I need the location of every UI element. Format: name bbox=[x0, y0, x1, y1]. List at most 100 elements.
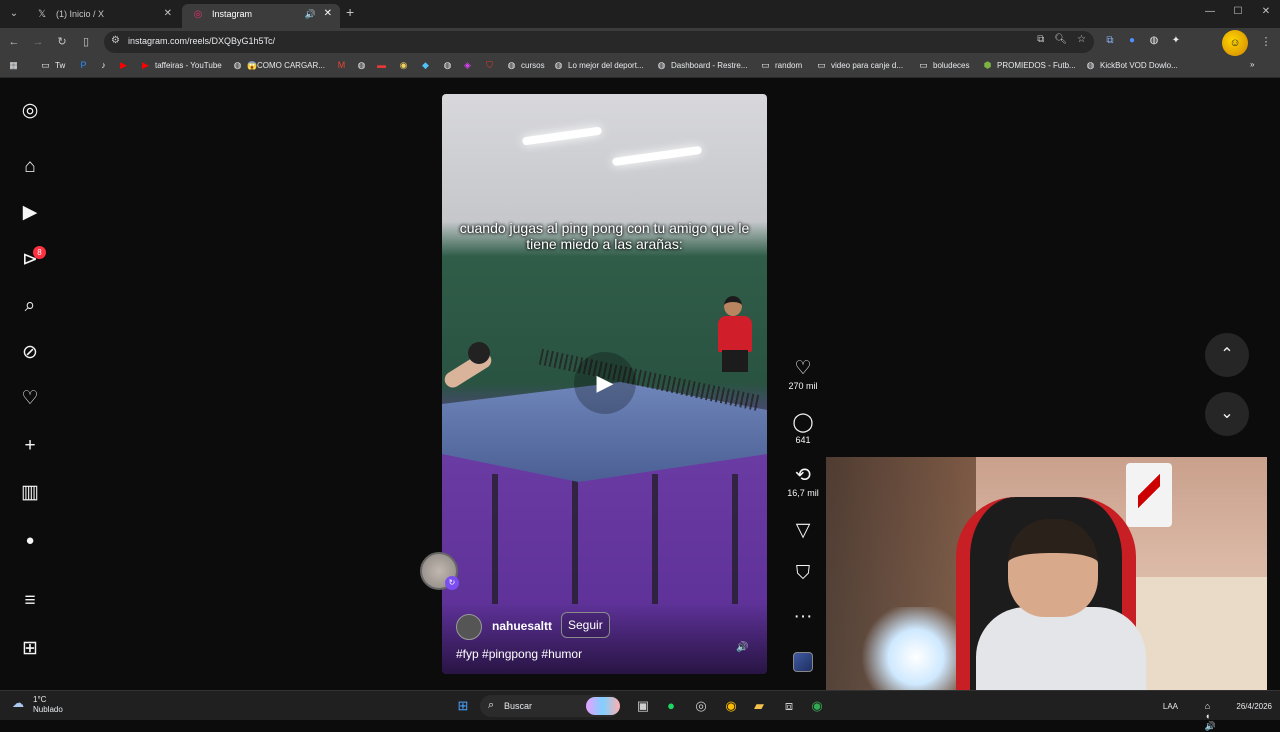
reels-icon[interactable]: ▶ bbox=[18, 201, 42, 225]
bookmark-item[interactable]: ◉ bbox=[398, 60, 413, 71]
url-text[interactable]: instagram.com/reels/DXQByG1h5Tc/ bbox=[128, 36, 275, 46]
search-icon[interactable]: ⌕ bbox=[18, 294, 42, 318]
speaker-icon[interactable]: 🔊 bbox=[736, 642, 748, 653]
weather-condition: Nublado bbox=[33, 705, 63, 714]
more-apps-icon[interactable]: ⊞ bbox=[18, 637, 42, 661]
home-icon[interactable]: ⌂ bbox=[18, 155, 42, 179]
like-action[interactable]: ♡ 270 mil bbox=[780, 358, 826, 391]
bookmark-item[interactable]: ◆ bbox=[420, 60, 435, 71]
extension-icon[interactable]: ● bbox=[1124, 35, 1140, 46]
bookmark-icon[interactable]: ⛉ bbox=[780, 563, 826, 585]
site-info-icon[interactable]: ⚙ bbox=[111, 35, 120, 46]
instagram-icon: ◎ bbox=[193, 9, 203, 20]
bookmark-item[interactable]: ◍ Dashboard - Restre... bbox=[656, 60, 748, 71]
heart-icon[interactable]: ♡ bbox=[18, 387, 42, 411]
heart-icon[interactable]: ♡ bbox=[780, 358, 826, 380]
bookmark-item[interactable]: ▭ Tw bbox=[40, 60, 65, 71]
audio-thumbnail[interactable] bbox=[793, 652, 813, 672]
clock-date[interactable]: 26/4/2026 bbox=[1236, 702, 1272, 711]
bookmark-item[interactable]: ⬢ PROMIEDOS - Futb... bbox=[982, 60, 1076, 71]
more-options[interactable]: ··· bbox=[780, 606, 826, 628]
next-reel-button[interactable]: ⌄ bbox=[1205, 392, 1249, 436]
apps-grid-icon[interactable]: ▦ bbox=[8, 60, 23, 71]
app-icon: ⛉ bbox=[486, 60, 493, 70]
reload-button[interactable]: ↻ bbox=[54, 34, 70, 50]
weather-widget[interactable]: ☁ 1°C Nublado bbox=[12, 695, 63, 715]
file-explorer-icon[interactable]: ▰ bbox=[750, 697, 768, 715]
share-action[interactable]: ▽ bbox=[780, 520, 826, 542]
bookmark-item[interactable]: ▬ bbox=[376, 60, 391, 70]
author-username[interactable]: nahuesaltt bbox=[492, 619, 552, 633]
menu-icon[interactable]: ≡ bbox=[18, 589, 42, 613]
bookmark-item[interactable]: ◍ cursos bbox=[506, 60, 545, 71]
language-indicator[interactable]: LAA bbox=[1163, 702, 1178, 711]
spotify-icon[interactable]: ● bbox=[662, 697, 680, 715]
bookmark-item[interactable]: ▭ random bbox=[760, 60, 802, 71]
close-tab-icon[interactable]: ✕ bbox=[164, 4, 172, 24]
speaker-icon[interactable]: 🔊 bbox=[305, 4, 316, 24]
windows-start-icon[interactable]: ⊞ bbox=[454, 697, 472, 715]
save-action[interactable]: ⛉ bbox=[780, 563, 826, 585]
messages-badge: 8 bbox=[33, 246, 46, 259]
create-icon[interactable]: + bbox=[18, 434, 42, 458]
tab-instagram[interactable]: ◎ Instagram 🔊 ✕ bbox=[182, 4, 340, 28]
dashboard-icon[interactable]: ▥ bbox=[18, 481, 42, 505]
forward-button[interactable]: → bbox=[30, 34, 46, 50]
share-icon[interactable]: ▽ bbox=[780, 520, 826, 542]
profile-avatar[interactable]: ☺ bbox=[1222, 30, 1248, 56]
tray-icons[interactable]: ⌂ ◖ 🔊 bbox=[1205, 701, 1216, 732]
reel-hashtags[interactable]: #fyp #pingpong #humor bbox=[456, 647, 582, 661]
bookmark-item[interactable]: ▶ taffeiras - YouTube bbox=[140, 60, 222, 71]
bookmark-item[interactable]: ◈ bbox=[462, 60, 477, 71]
repost-action[interactable]: ⟲ 16,7 mil bbox=[780, 465, 826, 498]
repost-icon[interactable]: ⟲ bbox=[780, 465, 826, 487]
install-app-icon[interactable]: ⧉ bbox=[1037, 34, 1044, 45]
bookmark-item[interactable]: ▭ boludeces bbox=[918, 60, 969, 71]
more-bookmarks-icon[interactable]: » bbox=[1250, 60, 1254, 69]
chrome-profile-icon[interactable]: ◉ bbox=[808, 697, 826, 715]
bookmark-item[interactable]: M bbox=[336, 60, 351, 70]
browser-menu-icon[interactable]: ⋮ bbox=[1258, 34, 1274, 50]
tab-search-dropdown-icon[interactable]: ⌄ bbox=[6, 6, 22, 22]
maximize-button[interactable]: ☐ bbox=[1224, 0, 1252, 24]
taskbar-search[interactable]: ⌕ Buscar bbox=[480, 695, 620, 717]
profile-avatar-icon[interactable]: ● bbox=[18, 529, 42, 553]
bookmark-item[interactable]: ◍ bbox=[356, 60, 371, 71]
new-tab-button[interactable]: + bbox=[346, 4, 354, 20]
chrome-icon[interactable]: ◉ bbox=[722, 697, 740, 715]
previous-reel-button[interactable]: ⌃ bbox=[1205, 333, 1249, 377]
bookmark-item[interactable]: ♪ bbox=[98, 60, 113, 70]
bookmark-item[interactable]: ▭ video para canje d... bbox=[816, 60, 903, 71]
bookmark-item[interactable]: P bbox=[78, 60, 93, 70]
extension-icon[interactable]: ◍ bbox=[1146, 35, 1162, 46]
back-button[interactable]: ← bbox=[6, 34, 22, 50]
play-icon[interactable]: ▶ bbox=[574, 352, 636, 414]
more-icon[interactable]: ··· bbox=[780, 606, 826, 628]
follow-button[interactable]: Seguir bbox=[561, 612, 610, 638]
translate-extension-icon[interactable]: ⧉ bbox=[1102, 35, 1118, 46]
task-view-icon[interactable]: ▣ bbox=[634, 697, 652, 715]
bookmark-item[interactable]: ◍ KickBot VOD Dowlo... bbox=[1085, 60, 1178, 71]
extensions-puzzle-icon[interactable]: ✦ bbox=[1168, 35, 1184, 46]
tab-x[interactable]: 𝕏 (1) Inicio / X ✕ bbox=[26, 4, 180, 28]
minimize-button[interactable]: — bbox=[1196, 0, 1224, 24]
store-icon[interactable]: ⧈ bbox=[780, 697, 798, 715]
close-window-button[interactable]: ✕ bbox=[1252, 0, 1280, 24]
bookmark-item[interactable]: ▶ bbox=[118, 60, 133, 71]
address-bar[interactable]: ⚙ instagram.com/reels/DXQByG1h5Tc/ ⧉ 🔍︎ ☆ bbox=[104, 31, 1094, 53]
bookmark-item[interactable]: ◍ bbox=[442, 60, 457, 71]
zoom-icon[interactable]: 🔍︎ bbox=[1054, 34, 1067, 45]
close-tab-icon[interactable]: ✕ bbox=[324, 4, 332, 24]
bookmark-item[interactable]: ◍ 😱COMO CARGAR... bbox=[232, 60, 325, 71]
reel-video[interactable]: cuando jugas al ping pong con tu amigo q… bbox=[442, 94, 767, 674]
comment-icon[interactable]: ◯ bbox=[780, 412, 826, 434]
steam-icon[interactable]: ◎ bbox=[692, 697, 710, 715]
side-panel-icon[interactable]: ▯ bbox=[78, 34, 94, 50]
explore-icon[interactable]: ⊘ bbox=[18, 341, 42, 365]
bookmark-item[interactable]: ⛉ bbox=[484, 60, 499, 71]
comment-action[interactable]: ◯ 641 bbox=[780, 412, 826, 445]
instagram-logo-icon[interactable]: ◎ bbox=[18, 99, 42, 123]
bookmark-item[interactable]: ◍ Lo mejor del deport... bbox=[553, 60, 644, 71]
bookmark-star-icon[interactable]: ☆ bbox=[1077, 34, 1086, 45]
author-avatar[interactable] bbox=[456, 614, 482, 640]
